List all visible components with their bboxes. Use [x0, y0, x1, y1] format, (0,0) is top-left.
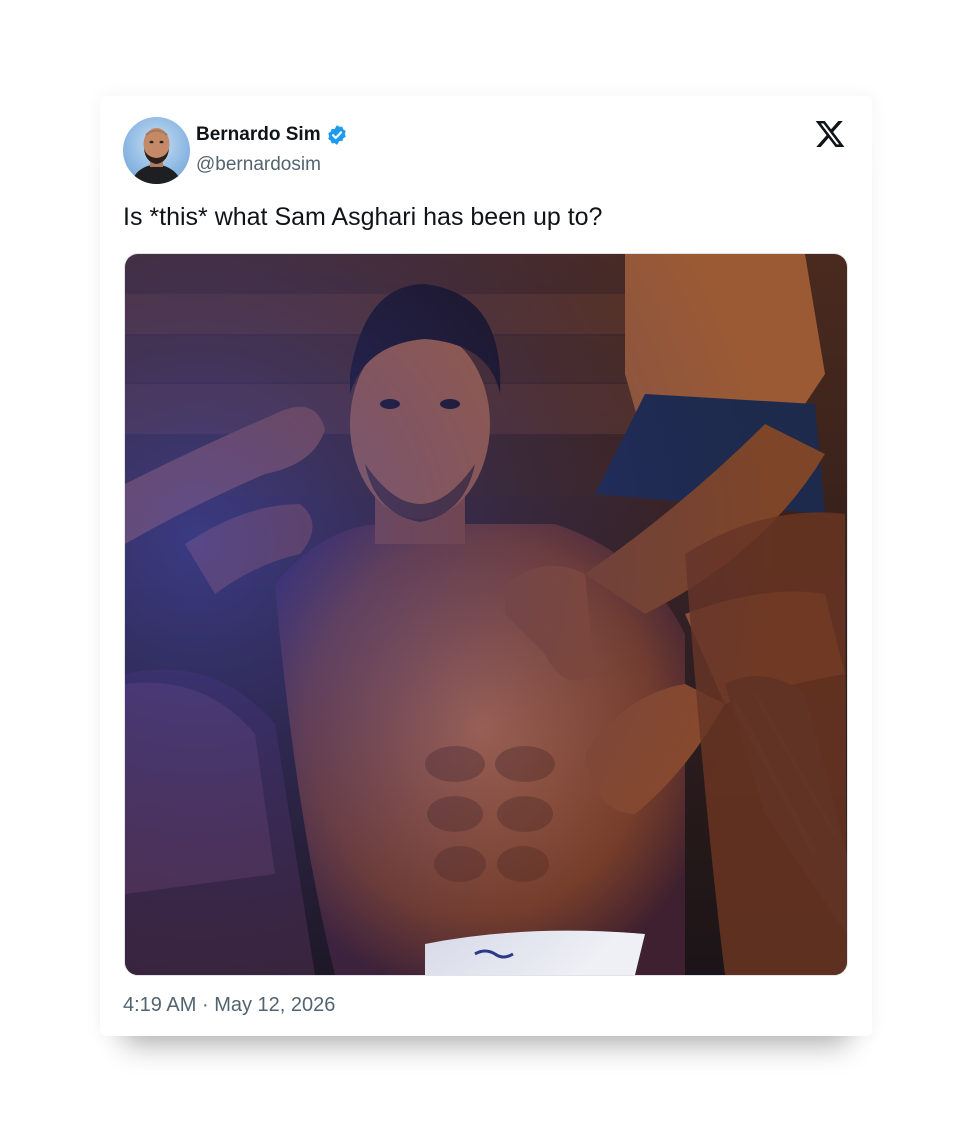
user-handle[interactable]: @bernardosim [196, 154, 321, 176]
avatar-photo [131, 128, 182, 184]
tweet-timestamp[interactable]: 4:19 AM · May 12, 2026 [123, 994, 335, 1017]
display-name-text[interactable]: Bernardo Sim [196, 124, 321, 146]
tweet-media[interactable] [124, 253, 848, 976]
tweet-time[interactable]: 4:19 AM [123, 994, 196, 1016]
tweet-text: Is *this* what Sam Asghari has been up t… [123, 203, 603, 231]
display-name[interactable]: Bernardo Sim [196, 124, 348, 146]
timestamp-separator: · [201, 994, 209, 1016]
tweet-date[interactable]: May 12, 2026 [214, 994, 335, 1016]
verified-badge-icon [327, 125, 346, 145]
tweet-card: Bernardo Sim @bernardosim Is *this* what… [100, 96, 872, 1036]
media-image [125, 254, 847, 975]
avatar[interactable] [123, 117, 190, 184]
x-logo-icon[interactable] [814, 118, 846, 150]
